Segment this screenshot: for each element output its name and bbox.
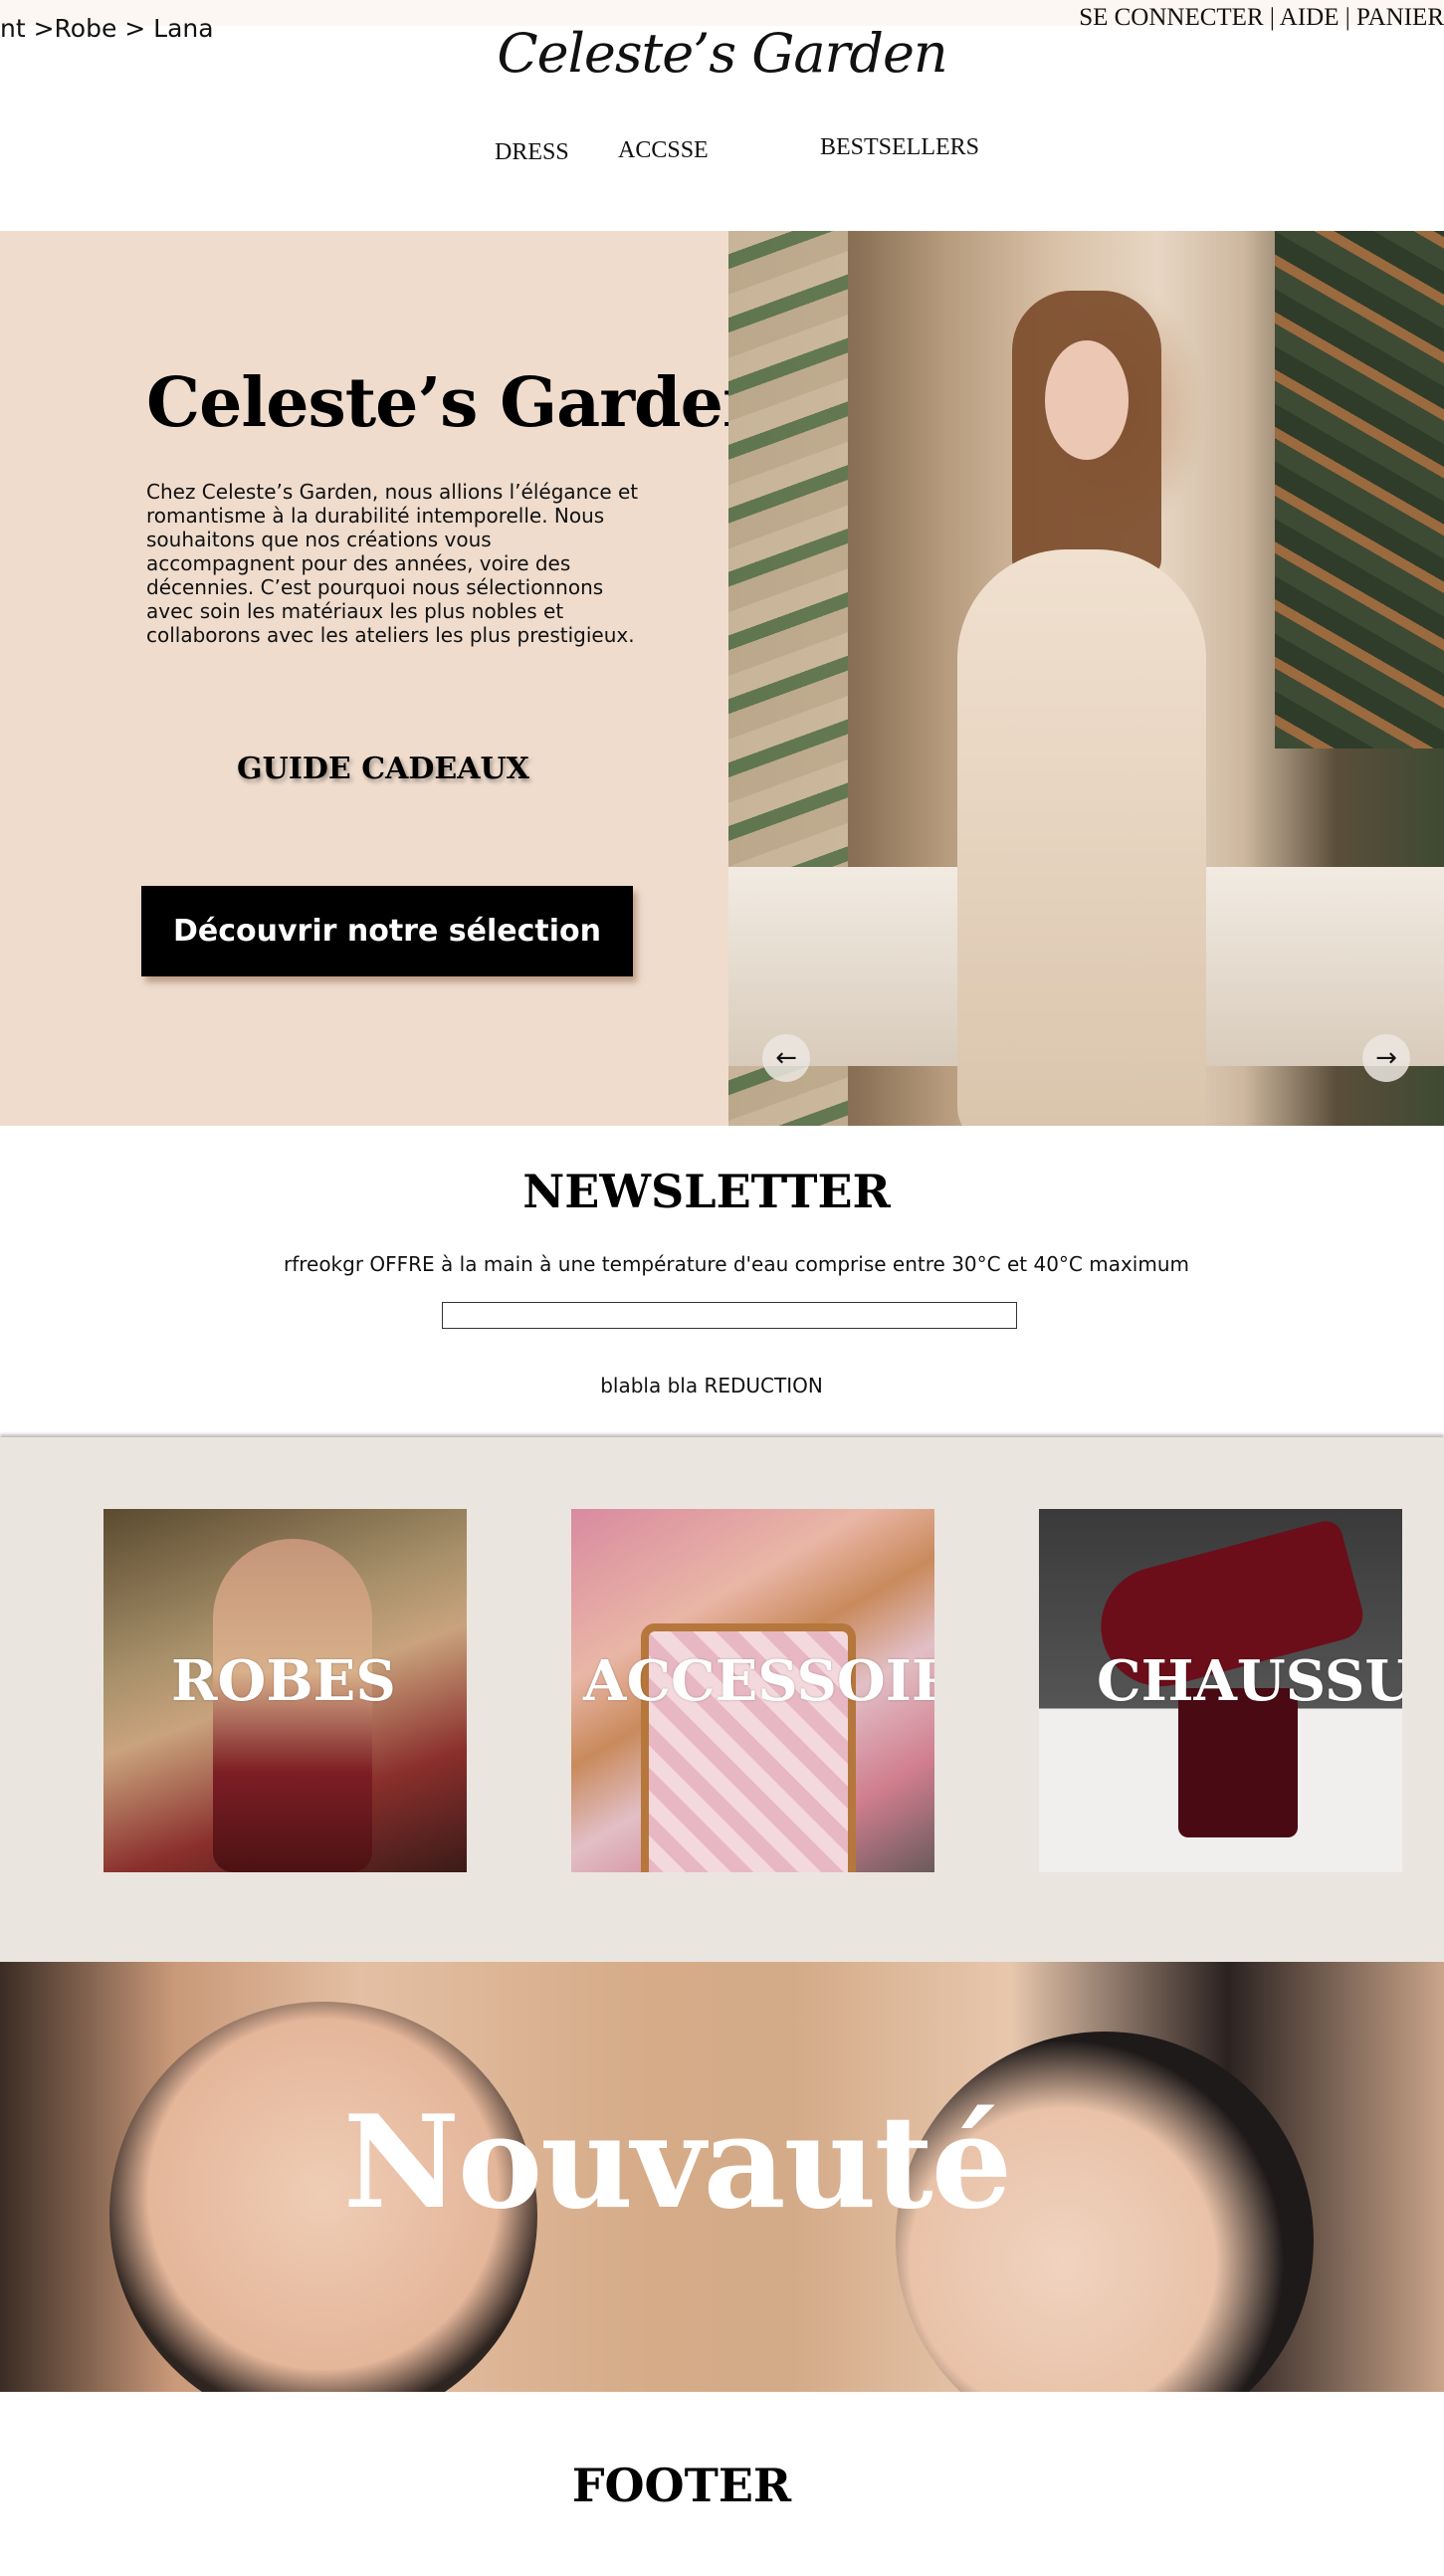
category-card-dresses[interactable]: ROBES xyxy=(103,1509,467,1872)
nav-dress[interactable]: DRESS xyxy=(495,139,569,166)
carousel-prev-button[interactable]: ← xyxy=(762,1034,810,1082)
hero-image: ← → xyxy=(728,231,1444,1126)
nav-accessories[interactable]: ACCSSE xyxy=(618,137,709,164)
category-label: CHAUSSURES xyxy=(1097,1648,1402,1714)
carousel-next-button[interactable]: → xyxy=(1362,1034,1410,1082)
category-card-shoes[interactable]: CHAUSSURES xyxy=(1039,1509,1402,1872)
discover-selection-button[interactable]: Découvrir notre sélection xyxy=(141,886,633,976)
arrow-right-icon: → xyxy=(1375,1043,1397,1073)
wallpaper-decoration xyxy=(1275,231,1444,749)
nav-bestsellers[interactable]: BESTSELLERS xyxy=(820,134,979,161)
model-dress xyxy=(957,549,1206,1126)
newsletter-email-input[interactable] xyxy=(442,1302,1017,1329)
newsletter-title: NEWSLETTER xyxy=(522,1165,891,1218)
newsletter-promo: blabla bla REDUCTION xyxy=(600,1374,823,1397)
footer-title: FOOTER xyxy=(571,2459,792,2512)
hero-title: Celeste’s Garden xyxy=(146,363,771,443)
gift-guide-link[interactable]: GUIDE CADEAUX xyxy=(0,751,766,786)
category-label: ROBES xyxy=(171,1648,396,1714)
hero-description: Chez Celeste’s Garden, nous allions l’él… xyxy=(146,480,639,647)
model-face xyxy=(1045,340,1129,460)
category-card-accessories[interactable]: ACCESSOIRES xyxy=(571,1509,934,1872)
newsletter-text: rfreokgr OFFRE à la main à une températu… xyxy=(283,1252,1190,1276)
category-label: ACCESSOIRES xyxy=(583,1648,934,1714)
new-arrivals-title: Nouvauté xyxy=(342,2088,1012,2238)
site-logo[interactable]: Celeste’s Garden xyxy=(0,22,1444,85)
arrow-left-icon: ← xyxy=(775,1043,797,1073)
